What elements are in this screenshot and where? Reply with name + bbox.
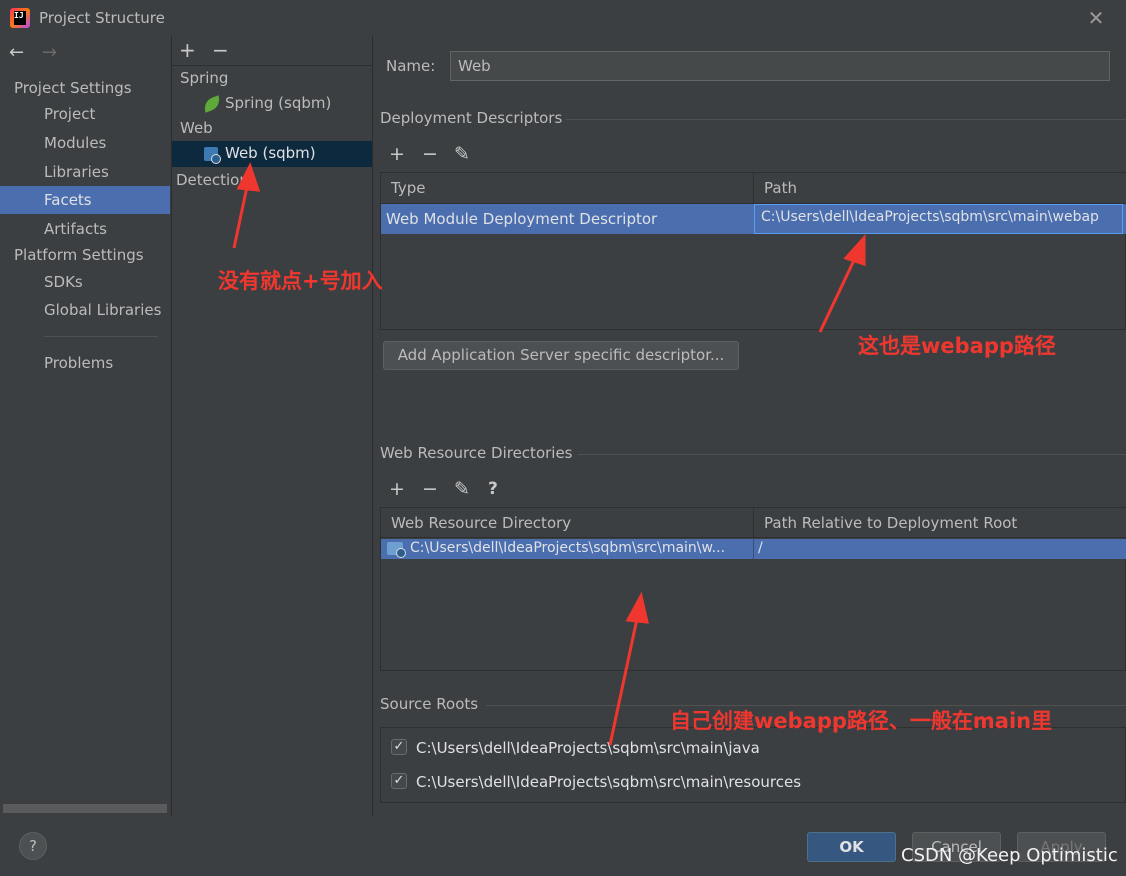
annotation-arrow-2 <box>818 255 858 333</box>
annotation-arrows <box>232 162 866 746</box>
annotation-webapp-path: 这也是webapp路径 <box>858 334 1056 358</box>
annotation-arrowhead-3 <box>625 591 649 624</box>
annotation-add-hint: 没有就点+号加入 <box>218 269 383 293</box>
annotation-arrowhead-2 <box>843 234 866 267</box>
annotation-arrow-3 <box>608 613 640 746</box>
annotation-arrowhead-1 <box>236 162 261 192</box>
csdn-watermark: CSDN @Keep Optimistic <box>901 845 1118 866</box>
annotation-arrow-1 <box>232 181 250 249</box>
annotation-create-webapp: 自己创建webapp路径、一般在main里 <box>670 709 1053 733</box>
